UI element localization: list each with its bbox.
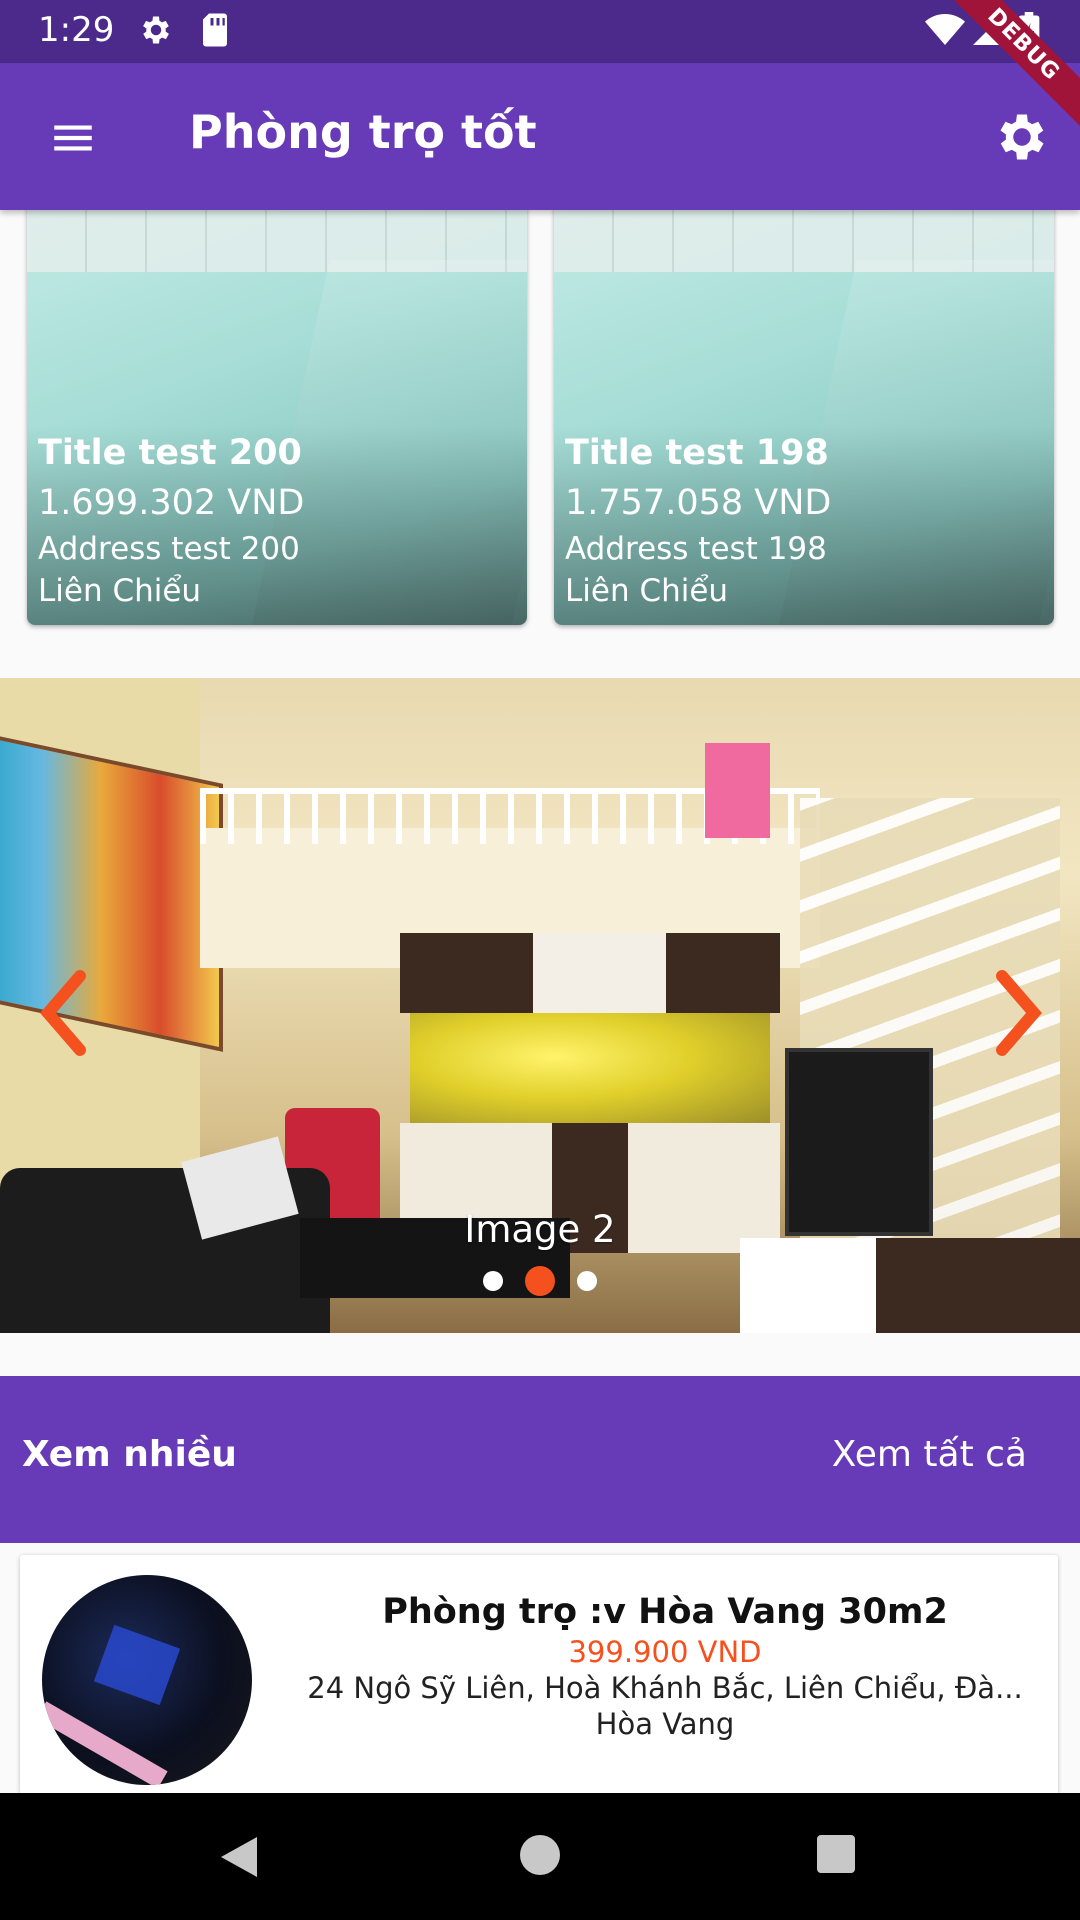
listing-name: Phòng trọ :v Hòa Vang 30m2	[382, 1592, 948, 1632]
featured-card[interactable]: Title test 198 1.757.058 VND Address tes…	[554, 200, 1054, 625]
card-district: Liên Chiểu	[38, 573, 202, 609]
list-item[interactable]: Phòng trọ :v Hòa Vang 30m2 399.900 VND 2…	[20, 1555, 1058, 1795]
listing-info: Phòng trọ :v Hòa Vang 30m2 399.900 VND 2…	[270, 1590, 1060, 1742]
card-district: Liên Chiểu	[565, 573, 729, 609]
sd-card-icon	[200, 12, 230, 52]
listing-address: 24 Ngô Sỹ Liên, Hoà Khánh Bắc, Liên Chiể…	[307, 1671, 1023, 1705]
wifi-icon	[925, 12, 965, 52]
chevron-left-icon[interactable]	[36, 968, 92, 1058]
featured-card[interactable]: Title test 200 1.699.302 VND Address tes…	[27, 200, 527, 625]
system-nav-bar	[0, 1793, 1080, 1920]
card-title: Title test 200	[38, 433, 302, 473]
card-text: Title test 200 1.699.302 VND Address tes…	[38, 428, 304, 612]
listing-price: 399.900 VND	[568, 1635, 762, 1669]
image-carousel[interactable]: Image 2	[0, 678, 1080, 1333]
carousel-indicators	[0, 1266, 1080, 1296]
listing-district: Hòa Vang	[595, 1707, 735, 1741]
status-time: 1:29	[38, 10, 115, 50]
carousel-image	[0, 732, 223, 1052]
page-title: Phòng trọ tốt	[189, 105, 537, 159]
card-price: 1.757.058 VND	[565, 483, 832, 523]
back-icon[interactable]	[215, 1833, 261, 1885]
app-bar: Phòng trọ tốt	[0, 63, 1080, 210]
recents-icon[interactable]	[815, 1833, 857, 1879]
status-bar: 1:29	[0, 0, 1080, 63]
chevron-right-icon[interactable]	[990, 968, 1046, 1058]
carousel-caption: Image 2	[464, 1208, 616, 1251]
card-address: Address test 200	[38, 531, 300, 567]
gear-icon[interactable]	[992, 107, 1052, 167]
section-header: Xem nhiều Xem tất cả	[0, 1376, 1080, 1543]
settings-status-icon	[138, 12, 174, 52]
section-title: Xem nhiều	[22, 1434, 237, 1475]
listing-thumbnail	[42, 1575, 252, 1785]
carousel-dot[interactable]	[483, 1271, 503, 1291]
card-title: Title test 198	[565, 433, 829, 473]
carousel-dot-active[interactable]	[525, 1266, 555, 1296]
see-all-link[interactable]: Xem tất cả	[832, 1434, 1027, 1475]
card-text: Title test 198 1.757.058 VND Address tes…	[565, 428, 831, 612]
card-price: 1.699.302 VND	[38, 483, 305, 523]
carousel-dot[interactable]	[577, 1271, 597, 1291]
card-address: Address test 198	[565, 531, 827, 567]
home-icon[interactable]	[518, 1833, 562, 1881]
menu-icon[interactable]	[48, 113, 98, 163]
